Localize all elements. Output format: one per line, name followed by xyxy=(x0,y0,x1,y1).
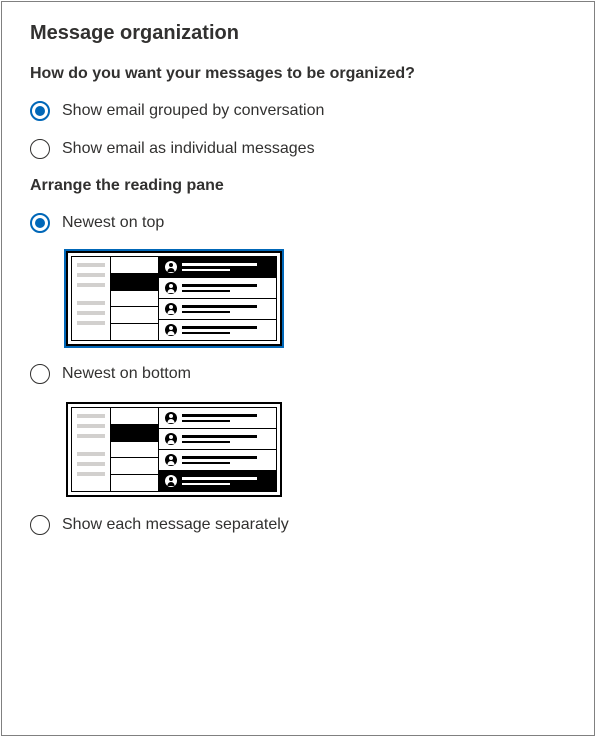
message-row-highlighted xyxy=(159,257,276,278)
text-line xyxy=(182,414,257,417)
avatar-icon xyxy=(165,282,177,294)
preview-nav-column xyxy=(72,408,110,491)
option-show-each-separately[interactable]: Show each message separately xyxy=(30,515,566,535)
radio-icon xyxy=(30,213,50,233)
message-lines xyxy=(182,326,270,334)
text-line xyxy=(182,290,230,292)
list-cell xyxy=(111,291,158,308)
preview-newest-on-top[interactable] xyxy=(66,251,566,346)
organization-question: How do you want your messages to be orga… xyxy=(30,65,566,83)
preview-box xyxy=(66,251,282,346)
preview-inner xyxy=(71,256,277,341)
message-row-highlighted xyxy=(159,471,276,491)
radio-label: Show each message separately xyxy=(62,516,289,534)
arrange-reading-pane-heading: Arrange the reading pane xyxy=(30,177,566,195)
avatar-icon xyxy=(165,475,177,487)
radio-icon xyxy=(30,101,50,121)
message-row xyxy=(159,299,276,320)
nav-line xyxy=(77,414,105,418)
message-lines xyxy=(182,284,270,292)
list-cell-active xyxy=(111,425,158,442)
list-cell xyxy=(111,475,158,491)
text-line xyxy=(182,420,230,422)
nav-line xyxy=(77,301,105,305)
nav-line xyxy=(77,462,105,466)
option-newest-on-bottom[interactable]: Newest on bottom xyxy=(30,364,566,384)
list-cell xyxy=(111,307,158,324)
text-line xyxy=(182,462,230,464)
nav-line xyxy=(77,424,105,428)
text-line xyxy=(182,311,230,313)
avatar-icon xyxy=(165,261,177,273)
text-line xyxy=(182,441,230,443)
nav-line xyxy=(77,263,105,267)
list-cell xyxy=(111,442,158,459)
message-row xyxy=(159,278,276,299)
text-line xyxy=(182,456,257,459)
message-organization-panel: Message organization How do you want you… xyxy=(1,1,595,736)
nav-line xyxy=(77,434,105,438)
radio-label: Newest on bottom xyxy=(62,365,191,383)
preview-list-column xyxy=(110,257,158,340)
preview-list-column xyxy=(110,408,158,491)
avatar-icon xyxy=(165,324,177,336)
text-line xyxy=(182,326,257,329)
list-cell xyxy=(111,257,158,274)
radio-label: Show email grouped by conversation xyxy=(62,102,324,120)
message-row xyxy=(159,320,276,340)
radio-label: Show email as individual messages xyxy=(62,140,315,158)
preview-box xyxy=(66,402,282,497)
message-row xyxy=(159,429,276,450)
message-row xyxy=(159,408,276,429)
message-lines xyxy=(182,435,270,443)
avatar-icon xyxy=(165,303,177,315)
radio-label: Newest on top xyxy=(62,214,164,232)
preview-inner xyxy=(71,407,277,492)
text-line xyxy=(182,269,230,271)
radio-icon xyxy=(30,139,50,159)
list-cell xyxy=(111,324,158,340)
text-line xyxy=(182,483,230,485)
option-individual-messages[interactable]: Show email as individual messages xyxy=(30,139,566,159)
preview-newest-on-bottom[interactable] xyxy=(66,402,566,497)
message-lines xyxy=(182,305,270,313)
preview-messages-column xyxy=(158,408,276,491)
avatar-icon xyxy=(165,412,177,424)
list-cell xyxy=(111,408,158,425)
radio-icon xyxy=(30,515,50,535)
text-line xyxy=(182,305,257,308)
option-grouped-by-conversation[interactable]: Show email grouped by conversation xyxy=(30,101,566,121)
text-line xyxy=(182,263,257,266)
preview-messages-column xyxy=(158,257,276,340)
text-line xyxy=(182,284,257,287)
page-title: Message organization xyxy=(30,22,566,45)
option-newest-on-top[interactable]: Newest on top xyxy=(30,213,566,233)
message-lines xyxy=(182,263,270,271)
preview-nav-column xyxy=(72,257,110,340)
radio-icon xyxy=(30,364,50,384)
list-cell xyxy=(111,458,158,475)
nav-line xyxy=(77,273,105,277)
nav-line xyxy=(77,311,105,315)
message-lines xyxy=(182,477,270,485)
nav-line xyxy=(77,452,105,456)
nav-line xyxy=(77,321,105,325)
nav-line xyxy=(77,472,105,476)
message-lines xyxy=(182,414,270,422)
nav-line xyxy=(77,283,105,287)
avatar-icon xyxy=(165,454,177,466)
message-row xyxy=(159,450,276,471)
text-line xyxy=(182,477,257,480)
text-line xyxy=(182,332,230,334)
text-line xyxy=(182,435,257,438)
message-lines xyxy=(182,456,270,464)
avatar-icon xyxy=(165,433,177,445)
list-cell-active xyxy=(111,274,158,291)
